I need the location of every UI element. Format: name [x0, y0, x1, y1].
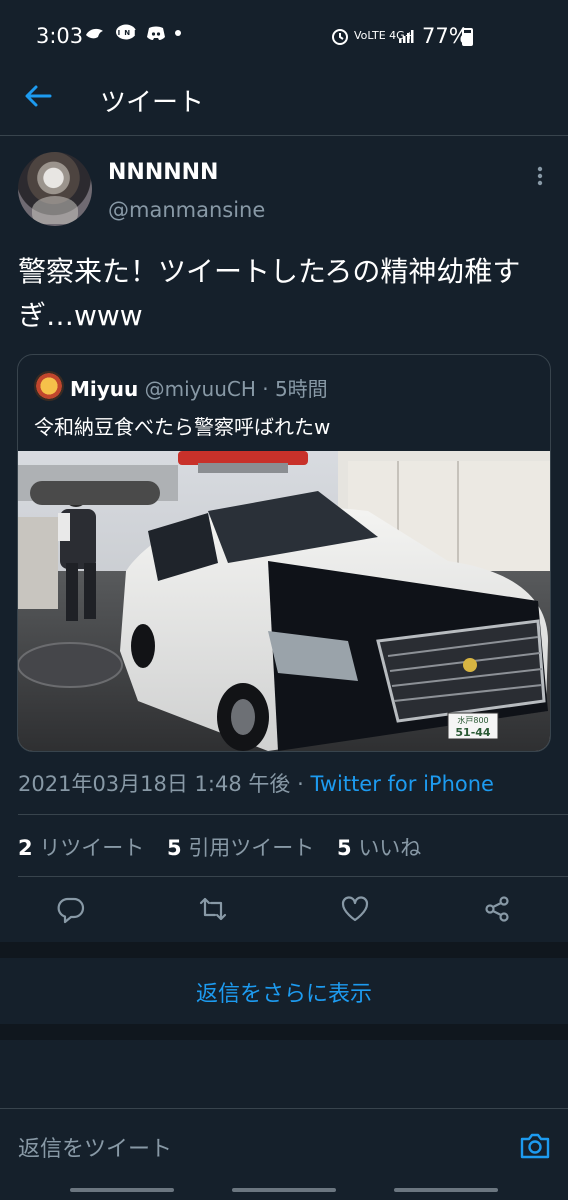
show-more-replies-label[interactable]: 返信をさらに表示 — [196, 976, 372, 1008]
quoted-text: 令和納豆食べたら警察呼ばれたw — [34, 415, 331, 439]
quoted-display-name: Miyuu — [70, 377, 139, 401]
nav-hint — [70, 1188, 174, 1192]
display-name[interactable]: NNNNNN — [108, 160, 218, 185]
user-handle[interactable]: @manmansine — [108, 198, 265, 222]
meta-separator: · — [297, 772, 304, 796]
svg-text:51-44: 51-44 — [455, 726, 491, 739]
tweet-actions — [0, 888, 568, 932]
quoted-tweet-card[interactable]: Miyuu @miyuuCH · 5時間 令和納豆食べたら警察呼ばれたw 水戸8… — [17, 354, 551, 752]
discord-icon — [146, 26, 165, 40]
retweets-label[interactable]: リツイート — [39, 836, 144, 860]
quoted-handle: @miyuuCH — [144, 377, 256, 401]
top-app-bar: ツイート — [0, 56, 568, 136]
quoted-avatar — [34, 371, 64, 401]
retweets-count[interactable]: 2 — [18, 836, 33, 860]
shrimp-icon — [86, 28, 103, 39]
reply-icon[interactable] — [56, 894, 86, 924]
tweet-source-link[interactable]: Twitter for iPhone — [310, 772, 494, 796]
system-nav-hints — [0, 1188, 568, 1200]
section-separator — [0, 1024, 568, 1040]
divider — [18, 876, 568, 877]
line-icon: LINE — [109, 24, 139, 40]
retweet-icon[interactable] — [198, 894, 228, 924]
notification-icons: LINE — [84, 24, 182, 43]
quoted-time: 5時間 — [274, 377, 328, 401]
nav-hint — [232, 1188, 336, 1192]
tweet-stats: 2 リツイート 5 引用ツイート 5 いいね — [18, 832, 437, 862]
tweet-datetime[interactable]: 2021年03月18日 1:48 午後 — [18, 772, 290, 796]
show-more-replies[interactable]: 返信をさらに表示 — [0, 960, 568, 1024]
section-separator — [0, 942, 568, 958]
page-title: ツイート — [100, 88, 205, 118]
more-options-icon[interactable] — [530, 164, 550, 188]
like-icon[interactable] — [340, 894, 370, 924]
battery-icon — [462, 28, 473, 46]
avatar[interactable] — [18, 152, 92, 226]
tweet-timestamp-row: 2021年03月18日 1:48 午後 · Twitter for iPhone — [18, 768, 494, 798]
divider — [18, 814, 568, 815]
reply-composer[interactable]: 返信をツイート — [0, 1108, 568, 1188]
quotes-label[interactable]: 引用ツイート — [188, 836, 314, 860]
likes-label[interactable]: いいね — [358, 836, 421, 860]
quoted-header: Miyuu @miyuuCH · 5時間 — [70, 373, 328, 402]
svg-text:水戸800: 水戸800 — [457, 715, 488, 725]
dot-icon — [175, 30, 182, 36]
nav-hint — [394, 1188, 498, 1192]
likes-count[interactable]: 5 — [337, 836, 352, 860]
camera-icon[interactable] — [518, 1129, 552, 1163]
signal-icon — [399, 30, 414, 43]
status-time: 3:03 — [36, 24, 84, 48]
reply-input[interactable]: 返信をツイート — [18, 1131, 172, 1163]
tweet-text: 警察来た！ツイートしたろの精神幼稚すぎ…www — [18, 255, 521, 332]
police-car-photo[interactable]: 水戸800 51-44 — [18, 451, 551, 752]
quotes-count[interactable]: 5 — [167, 836, 182, 860]
quoted-separator: · — [262, 377, 269, 401]
share-icon[interactable] — [482, 894, 512, 924]
svg-text:LINE: LINE — [115, 29, 137, 37]
alarm-icon — [332, 29, 348, 45]
back-arrow-icon[interactable] — [22, 82, 54, 110]
